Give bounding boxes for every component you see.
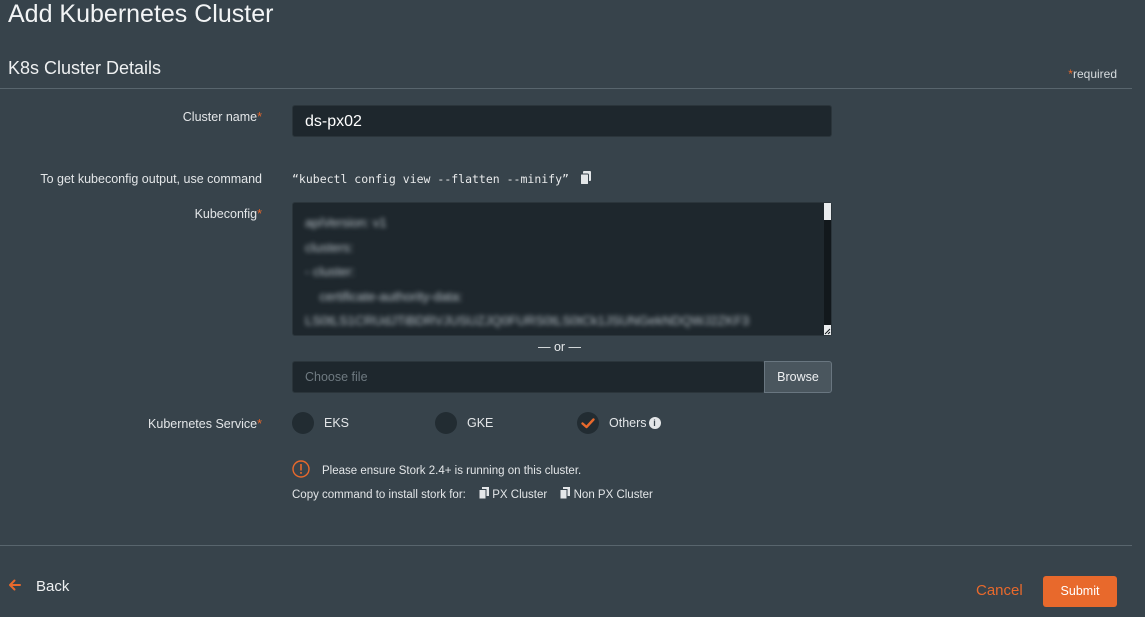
- warning-icon: [292, 460, 310, 478]
- info-icon[interactable]: i: [648, 417, 661, 429]
- footer-divider: [0, 545, 1132, 546]
- cluster-name-label: Cluster name*: [182, 110, 262, 124]
- kubeconfig-line: apiVersion: v1: [305, 215, 387, 230]
- back-button[interactable]: Back: [8, 578, 69, 595]
- required-note: *required: [1068, 67, 1117, 81]
- file-chooser[interactable]: Choose file Browse: [292, 361, 832, 393]
- gke-radio[interactable]: [435, 412, 457, 434]
- kubeconfig-line: clusters:: [305, 239, 354, 255]
- arrow-left-icon: [9, 579, 21, 591]
- section-divider: [0, 88, 1132, 89]
- others-label: Others i: [609, 416, 661, 430]
- kubeconfig-label: Kubeconfig*: [194, 207, 262, 221]
- eks-label: EKS: [324, 416, 350, 430]
- copy-command-line: Copy command to install stork for: PX Cl…: [292, 487, 653, 501]
- kubeconfig-command: “kubectl config view --flatten --minify”: [292, 171, 592, 186]
- kubeconfig-hint-label: To get kubeconfig output, use command: [40, 172, 262, 186]
- kubeconfig-line: - cluster:: [305, 264, 355, 279]
- page-title: Add Kubernetes Cluster: [8, 0, 274, 28]
- section-title: K8s Cluster Details: [8, 58, 162, 78]
- cluster-name-input[interactable]: ds-px02: [292, 105, 832, 137]
- copy-icon: [559, 487, 571, 500]
- kubeconfig-scroll-thumb[interactable]: [824, 220, 831, 325]
- copy-command-icon[interactable]: [579, 171, 592, 185]
- copy-px-cluster-link[interactable]: PX Cluster: [478, 487, 547, 501]
- or-separator: — or —: [538, 340, 582, 354]
- gke-label: GKE: [467, 416, 494, 430]
- checkmark-icon: [581, 418, 595, 429]
- kubeconfig-textarea[interactable]: apiVersion: v1 clusters: - cluster: cert…: [292, 202, 832, 336]
- kubernetes-service-label: Kubernetes Service*: [148, 417, 262, 431]
- resize-handle-icon[interactable]: [824, 328, 831, 335]
- eks-radio[interactable]: [292, 412, 314, 434]
- others-radio[interactable]: [577, 412, 599, 434]
- kubeconfig-line: LS0tLS1CRUdJTiBDRVJUSUZJQ0FURS0tLS0tCk1J…: [305, 313, 750, 328]
- cancel-button[interactable]: Cancel: [976, 582, 1023, 599]
- kubeconfig-line: certificate-authority-data:: [305, 288, 463, 304]
- submit-button[interactable]: Submit: [1043, 576, 1117, 607]
- choose-file-input[interactable]: Choose file: [292, 361, 765, 393]
- copy-non-px-cluster-link[interactable]: Non PX Cluster: [559, 487, 653, 501]
- copy-icon: [478, 487, 490, 500]
- stork-notice: Please ensure Stork 2.4+ is running on t…: [322, 465, 582, 477]
- browse-button[interactable]: Browse: [764, 361, 832, 393]
